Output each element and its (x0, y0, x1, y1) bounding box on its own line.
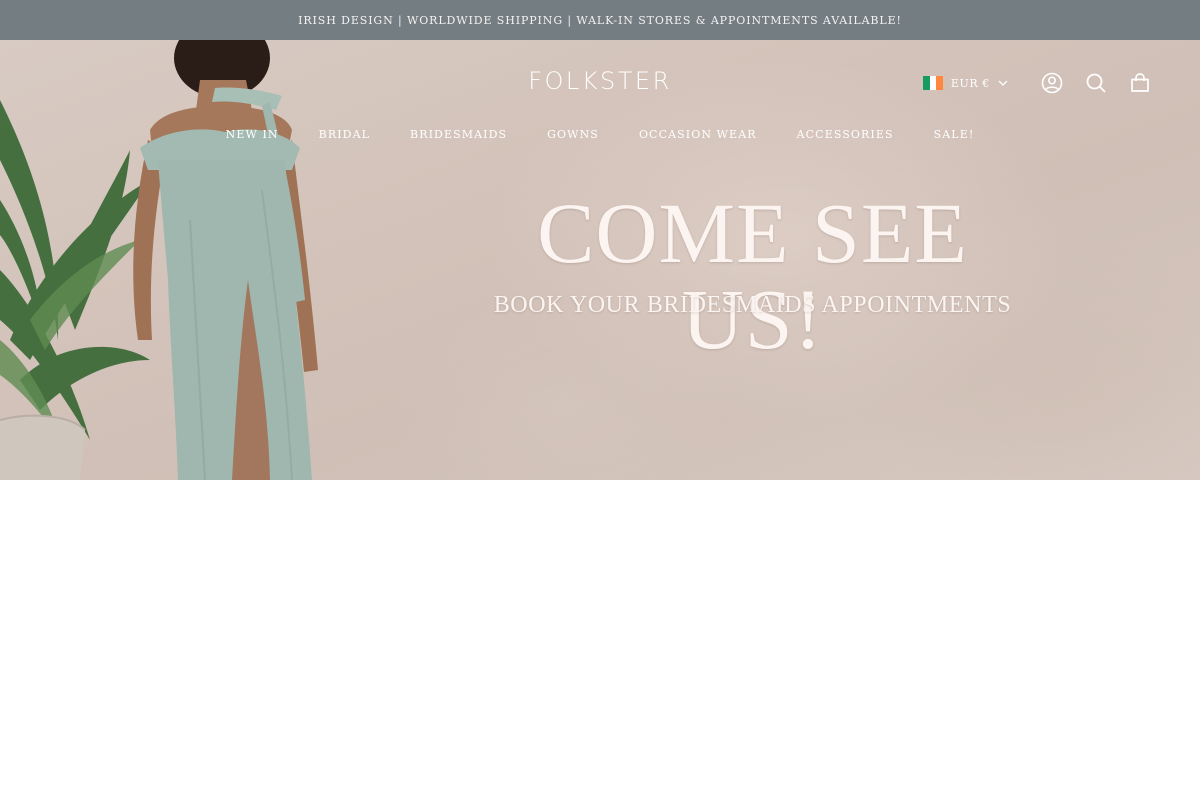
currency-label: EUR € (950, 76, 990, 90)
nav-item-new-in[interactable]: NEW IN (226, 128, 279, 141)
search-icon[interactable] (1084, 71, 1108, 95)
nav-item-gowns[interactable]: GOWNS (547, 128, 599, 141)
header-tools: EUR € (922, 70, 1152, 96)
currency-selector[interactable]: EUR € (922, 76, 1008, 90)
hero-banner[interactable]: FOLKSTER EUR € NEW IN BRIDAL BRIDESMAIDS… (0, 40, 1200, 480)
nav-item-bridesmaids[interactable]: BRIDESMAIDS (410, 128, 507, 141)
bag-icon[interactable] (1128, 71, 1152, 95)
main-navigation: NEW IN BRIDAL BRIDESMAIDS GOWNS OCCASION… (0, 128, 1200, 141)
account-icon[interactable] (1040, 71, 1064, 95)
nav-item-accessories[interactable]: ACCESSORIES (797, 128, 894, 141)
announcement-text: IRISH DESIGN | WORLDWIDE SHIPPING | WALK… (298, 13, 902, 27)
chevron-down-icon (998, 80, 1008, 86)
nav-item-occasion-wear[interactable]: OCCASION WEAR (639, 128, 757, 141)
nav-item-bridal[interactable]: BRIDAL (319, 128, 370, 141)
hero-subline: BOOK YOUR BRIDESMAIDS APPOINTMENTS (493, 292, 1012, 318)
announcement-bar: IRISH DESIGN | WORLDWIDE SHIPPING | WALK… (0, 0, 1200, 40)
hero-headline: COME SEE US! (537, 185, 968, 367)
flag-icon (922, 76, 943, 90)
nav-item-sale[interactable]: SALE! (934, 128, 975, 141)
